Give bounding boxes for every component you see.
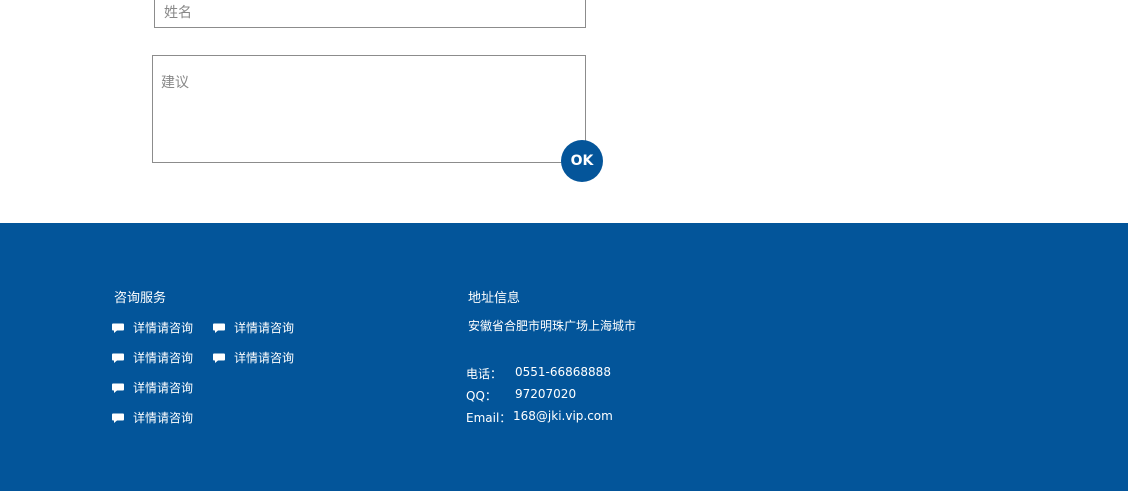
email-value[interactable]: 168@jki.vip.com bbox=[513, 409, 613, 426]
phone-value: 0551-66868888 bbox=[515, 365, 611, 379]
qq-label: QQ： bbox=[466, 389, 497, 403]
phone-label: 电话： bbox=[466, 367, 503, 381]
qq-value: 97207020 bbox=[515, 387, 577, 401]
consult-link-label: 详情请咨询 bbox=[234, 321, 295, 335]
speech-bubble-icon bbox=[112, 322, 124, 334]
site-footer: 咨询服务 详情请咨询 详情请咨询 详情请咨询 详情请咨询 详情请咨询 详情请咨询 bbox=[0, 223, 1128, 491]
consult-link-label: 详情请咨询 bbox=[133, 381, 194, 395]
speech-bubble-icon bbox=[112, 352, 124, 364]
consult-link-label: 详情请咨询 bbox=[133, 411, 194, 425]
ok-submit-button[interactable]: OK bbox=[561, 140, 603, 182]
qq-row: QQ： 97207020 bbox=[466, 387, 576, 404]
speech-bubble-icon bbox=[213, 322, 225, 334]
email-label: Email： bbox=[466, 411, 512, 425]
email-row: Email： 168@jki.vip.com bbox=[466, 409, 613, 426]
consult-link[interactable]: 详情请咨询 bbox=[112, 349, 193, 366]
speech-bubble-icon bbox=[112, 382, 124, 394]
consult-service-title: 咨询服务 bbox=[114, 291, 167, 306]
consult-link[interactable]: 详情请咨询 bbox=[213, 349, 294, 366]
phone-row: 电话： 0551-66868888 bbox=[466, 365, 611, 382]
advice-textarea[interactable] bbox=[152, 55, 586, 163]
consult-link[interactable]: 详情请咨询 bbox=[112, 409, 193, 426]
consult-link[interactable]: 详情请咨询 bbox=[112, 319, 193, 336]
feedback-form: OK bbox=[0, 0, 1128, 223]
consult-link-label: 详情请咨询 bbox=[133, 351, 194, 365]
speech-bubble-icon bbox=[112, 412, 124, 424]
speech-bubble-icon bbox=[213, 352, 225, 364]
consult-link-label: 详情请咨询 bbox=[133, 321, 194, 335]
name-input[interactable] bbox=[154, 0, 586, 28]
consult-link-label: 详情请咨询 bbox=[234, 351, 295, 365]
address-text: 安徽省合肥市明珠广场上海城市 bbox=[468, 319, 637, 333]
address-info-title: 地址信息 bbox=[468, 291, 521, 306]
consult-link[interactable]: 详情请咨询 bbox=[213, 319, 294, 336]
consult-link[interactable]: 详情请咨询 bbox=[112, 379, 193, 396]
